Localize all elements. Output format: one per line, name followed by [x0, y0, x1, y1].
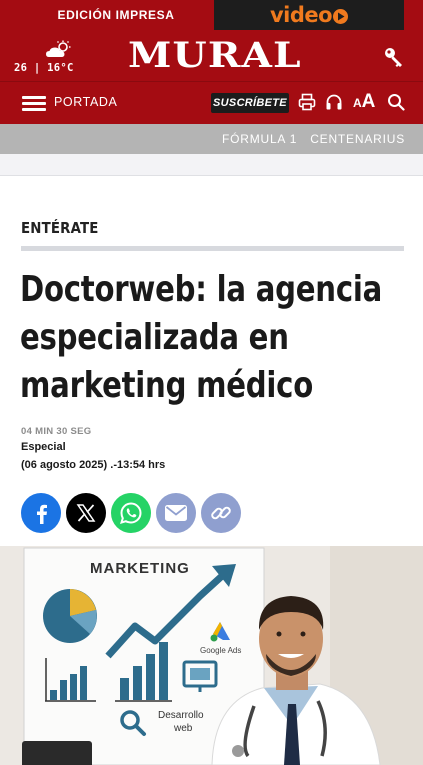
login-button[interactable]: [383, 46, 405, 68]
share-email-button[interactable]: [156, 493, 196, 533]
key-icon: [385, 48, 402, 67]
font-size-toggle[interactable]: AA: [353, 91, 375, 114]
section-bar: FÓRMULA 1 CENTENARIUS: [0, 124, 423, 154]
video-label: video: [269, 3, 333, 27]
temperature: 26 | 16°C: [14, 62, 74, 74]
weather-widget[interactable]: 26 | 16°C: [14, 40, 98, 74]
play-icon: [333, 9, 349, 24]
top-bar: EDICIÓN IMPRESA video: [0, 0, 423, 30]
article-kicker[interactable]: ENTÉRATE: [21, 219, 99, 237]
masthead: 26 | 16°C MURAL: [0, 30, 423, 82]
print-icon[interactable]: [298, 93, 316, 111]
subscribe-button[interactable]: SUSCRÍBETE: [211, 93, 289, 113]
kicker-divider: [21, 246, 404, 251]
font-size-big: A: [361, 91, 376, 112]
mail-icon: [165, 505, 187, 521]
menu-button[interactable]: [22, 96, 46, 113]
article-headline: Doctorweb: la agencia especializada en m…: [20, 269, 383, 406]
share-whatsapp-button[interactable]: [111, 493, 151, 533]
print-edition-link[interactable]: EDICIÓN IMPRESA: [0, 0, 232, 30]
cloud-sun-icon: [46, 40, 71, 57]
share-facebook-button[interactable]: [21, 493, 61, 533]
menu-icon: [22, 96, 46, 99]
link-icon: [211, 506, 231, 520]
sub-bar: [0, 154, 423, 176]
section-link-formula1[interactable]: FÓRMULA 1: [222, 132, 297, 146]
copy-link-button[interactable]: [201, 493, 241, 533]
board-title: MARKETING: [90, 560, 190, 577]
site-logo[interactable]: MURAL: [128, 38, 302, 74]
font-size-small: A: [353, 96, 362, 110]
ads-label: Google Ads: [200, 646, 241, 655]
dev-label-line2: web: [173, 723, 193, 734]
whatsapp-icon: [120, 502, 142, 524]
article-date: (06 agosto 2025) .-13:54 hrs: [21, 459, 166, 471]
article-hero-image: MARKETING Google Ads Desarrollo web: [0, 546, 423, 765]
x-icon: [76, 504, 96, 522]
share-x-button[interactable]: [66, 493, 106, 533]
hero-illustration: MARKETING Google Ads Desarrollo web: [0, 546, 423, 765]
headphones-icon[interactable]: [325, 93, 343, 111]
search-icon[interactable]: [387, 93, 405, 111]
facebook-icon: [37, 504, 47, 524]
read-time: 04 MIN 30 SEG: [21, 426, 92, 437]
section-link-centenarius[interactable]: CENTENARIUS: [310, 132, 405, 146]
section-links: FÓRMULA 1 CENTENARIUS: [209, 124, 405, 154]
article-author: Especial: [21, 441, 66, 453]
nav-bar: PORTADA SUSCRÍBETE AA: [0, 82, 423, 124]
nav-section-portada[interactable]: PORTADA: [54, 95, 117, 109]
video-link[interactable]: video: [214, 0, 404, 30]
dev-label-line1: Desarrollo: [158, 710, 204, 721]
